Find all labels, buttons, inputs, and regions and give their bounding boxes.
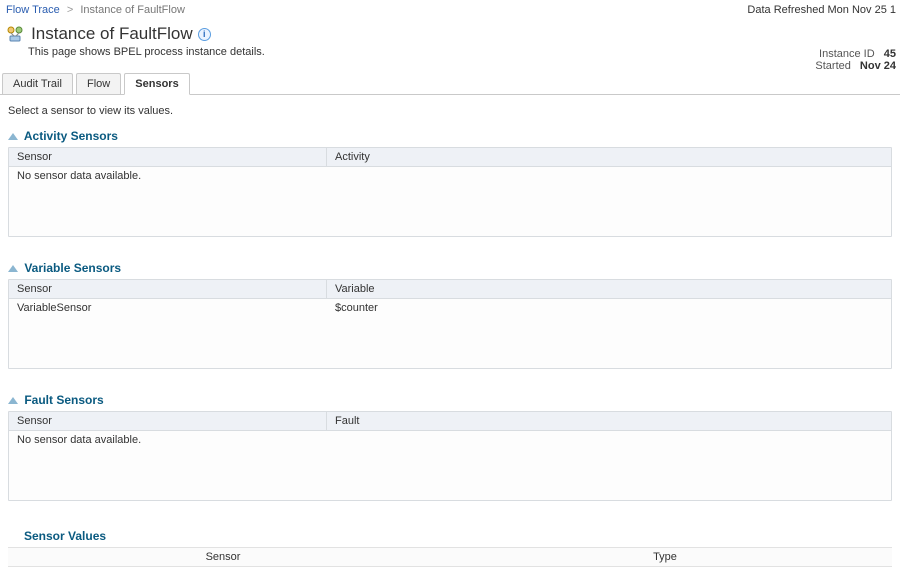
fault-sensors-section: Fault Sensors Sensor Fault No sensor dat… — [8, 391, 892, 501]
sensor-values-title: Sensor Values — [8, 523, 892, 547]
fault-empty-text: No sensor data available. — [9, 431, 891, 449]
disclosure-triangle-icon — [8, 265, 18, 272]
data-refreshed-label: Data Refreshed Mon Nov 25 1 — [747, 4, 896, 16]
breadcrumb-root-link[interactable]: Flow Trace — [6, 4, 60, 16]
fault-sensors-title: Fault Sensors — [24, 393, 103, 407]
activity-empty-text: No sensor data available. — [9, 167, 891, 185]
activity-sensors-title: Activity Sensors — [24, 129, 118, 143]
flow-instance-icon — [6, 25, 24, 43]
variable-row-sensor: VariableSensor — [9, 299, 327, 317]
disclosure-triangle-icon — [8, 397, 18, 404]
variable-sensors-header[interactable]: Variable Sensors — [8, 259, 892, 279]
fault-sensors-header[interactable]: Fault Sensors — [8, 391, 892, 411]
page-title: Instance of FaultFlow — [31, 24, 193, 44]
variable-sensors-grid: Sensor Variable VariableSensor $counter — [8, 279, 892, 369]
tab-sensors[interactable]: Sensors — [124, 73, 189, 95]
activity-sensors-grid: Sensor Activity No sensor data available… — [8, 147, 892, 237]
instance-id-label: Instance ID — [819, 48, 875, 60]
variable-col-variable[interactable]: Variable — [327, 280, 383, 298]
disclosure-triangle-icon — [8, 133, 18, 140]
activity-col-activity[interactable]: Activity — [327, 148, 378, 166]
breadcrumb-current: Instance of FaultFlow — [80, 4, 185, 16]
variable-sensors-section: Variable Sensors Sensor Variable Variabl… — [8, 259, 892, 369]
sensors-hint: Select a sensor to view its values. — [8, 105, 892, 117]
activity-sensors-section: Activity Sensors Sensor Activity No sens… — [8, 127, 892, 237]
fault-col-sensor[interactable]: Sensor — [9, 412, 327, 430]
activity-sensors-header[interactable]: Activity Sensors — [8, 127, 892, 147]
info-icon[interactable]: i — [198, 28, 211, 41]
variable-col-sensor[interactable]: Sensor — [9, 280, 327, 298]
breadcrumb-separator: > — [67, 4, 73, 16]
instance-id-value: 45 — [884, 48, 896, 60]
tab-audit-trail[interactable]: Audit Trail — [2, 73, 73, 94]
sensor-values-grid-header: Sensor Type — [8, 547, 892, 567]
activity-col-sensor[interactable]: Sensor — [9, 148, 327, 166]
variable-row-value: $counter — [327, 299, 891, 317]
page-subtitle: This page shows BPEL process instance de… — [0, 46, 900, 62]
instance-meta: Instance ID 45 Started Nov 24 — [815, 48, 896, 72]
tab-flow[interactable]: Flow — [76, 73, 121, 94]
started-label: Started — [815, 60, 850, 72]
started-value: Nov 24 — [860, 60, 896, 72]
sensor-values-section: Sensor Values Sensor Type — [8, 523, 892, 567]
sensor-values-col-type[interactable]: Type — [438, 548, 892, 566]
fault-sensors-grid: Sensor Fault No sensor data available. — [8, 411, 892, 501]
variable-sensors-title: Variable Sensors — [24, 261, 121, 275]
fault-col-fault[interactable]: Fault — [327, 412, 367, 430]
tab-bar: Audit Trail Flow Sensors — [0, 72, 900, 95]
sensor-values-col-sensor[interactable]: Sensor — [8, 548, 438, 566]
table-row[interactable]: VariableSensor $counter — [9, 299, 891, 317]
